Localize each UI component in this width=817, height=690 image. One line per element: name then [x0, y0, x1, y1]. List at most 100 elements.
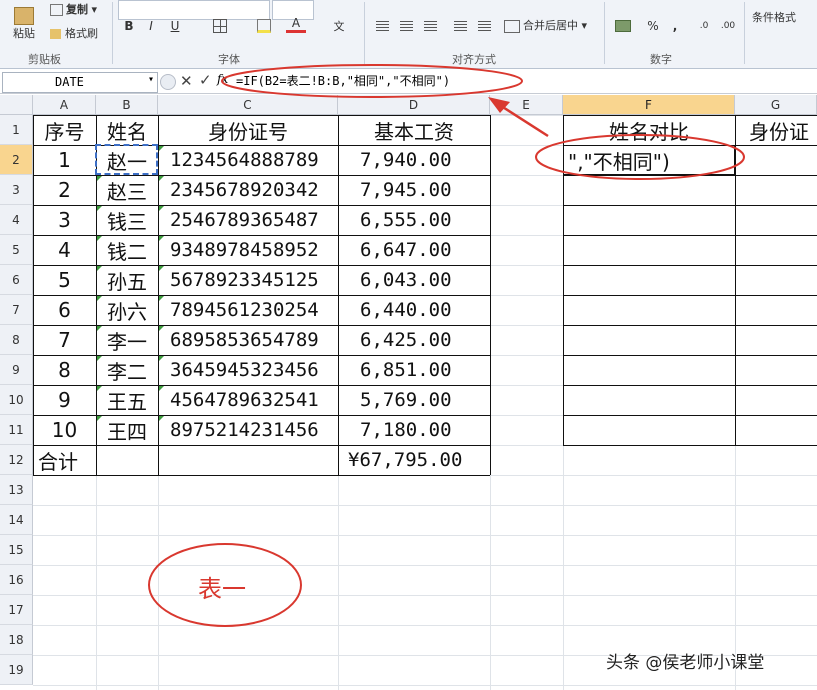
- merge-center-button[interactable]: 合并后居中 ▾: [504, 17, 587, 33]
- row-header-1[interactable]: 1: [0, 115, 33, 145]
- column-header-c[interactable]: C: [158, 95, 338, 115]
- cell-seq[interactable]: 6: [33, 295, 96, 325]
- formula-input[interactable]: =IF(B2=表二!B:B,"相同","不相同"): [236, 72, 814, 91]
- select-all-corner[interactable]: [0, 95, 33, 115]
- cancel-icon[interactable]: ✕: [180, 72, 193, 90]
- cell-name[interactable]: 钱三: [96, 205, 158, 235]
- cell-seq[interactable]: 1: [33, 145, 96, 175]
- cell-id[interactable]: 7894561230254: [158, 295, 338, 325]
- cell-id[interactable]: 4564789632541: [158, 385, 338, 415]
- decrease-decimal-button[interactable]: .00: [718, 16, 738, 36]
- cell-name[interactable]: 李二: [96, 355, 158, 385]
- border-button[interactable]: [208, 16, 232, 36]
- active-cell-selection[interactable]: [95, 144, 158, 175]
- underline-button[interactable]: U: [166, 16, 184, 36]
- cell-seq[interactable]: 4: [33, 235, 96, 265]
- fill-color-button[interactable]: [252, 16, 276, 36]
- cell-salary[interactable]: 7,940.00: [338, 145, 490, 175]
- increase-decimal-button[interactable]: .0: [694, 16, 714, 36]
- row-header-15[interactable]: 15: [0, 535, 33, 565]
- cell-id[interactable]: 9348978458952: [158, 235, 338, 265]
- cell-name[interactable]: 孙六: [96, 295, 158, 325]
- phonetic-button[interactable]: 文: [326, 16, 352, 36]
- cell-salary[interactable]: 7,180.00: [338, 415, 490, 445]
- column-header-e[interactable]: E: [490, 95, 563, 115]
- decrease-indent-button[interactable]: [450, 16, 470, 36]
- column-header-g[interactable]: G: [735, 95, 817, 115]
- cell-salary[interactable]: 6,555.00: [338, 205, 490, 235]
- cell-total-value[interactable]: ¥67,795.00: [338, 445, 490, 475]
- row-header-18[interactable]: 18: [0, 625, 33, 655]
- header-salary[interactable]: 基本工资: [338, 115, 490, 145]
- cell-salary[interactable]: 6,647.00: [338, 235, 490, 265]
- accounting-format-button[interactable]: [610, 16, 636, 36]
- row-header-6[interactable]: 6: [0, 265, 33, 295]
- cell-total-label[interactable]: 合计: [33, 445, 96, 475]
- row-header-9[interactable]: 9: [0, 355, 33, 385]
- cell-salary[interactable]: 5,769.00: [338, 385, 490, 415]
- conditional-format-button[interactable]: 条件格式: [752, 9, 796, 25]
- header-name-compare[interactable]: 姓名对比: [563, 115, 735, 145]
- row-header-4[interactable]: 4: [0, 205, 33, 235]
- cell-name[interactable]: 孙五: [96, 265, 158, 295]
- copy-button[interactable]: 复制 ▾: [50, 1, 97, 17]
- row-header-7[interactable]: 7: [0, 295, 33, 325]
- cell-id[interactable]: 6895853654789: [158, 325, 338, 355]
- row-header-16[interactable]: 16: [0, 565, 33, 595]
- row-header-11[interactable]: 11: [0, 415, 33, 445]
- align-center-button[interactable]: [396, 16, 416, 36]
- cell-salary[interactable]: 6,851.00: [338, 355, 490, 385]
- column-header-d[interactable]: D: [338, 95, 490, 115]
- row-header-12[interactable]: 12: [0, 445, 33, 475]
- editing-cell-f2[interactable]: ","不相同"): [563, 145, 735, 175]
- cell-id[interactable]: 3645945323456: [158, 355, 338, 385]
- row-header-5[interactable]: 5: [0, 235, 33, 265]
- cell-id[interactable]: 1234564888789: [158, 145, 338, 175]
- cell-salary[interactable]: 7,945.00: [338, 175, 490, 205]
- row-header-19[interactable]: 19: [0, 655, 33, 685]
- column-header-f[interactable]: F: [563, 95, 735, 115]
- format-painter-button[interactable]: 格式刷: [50, 25, 98, 41]
- cell-name[interactable]: 李一: [96, 325, 158, 355]
- cell-seq[interactable]: 2: [33, 175, 96, 205]
- row-header-2[interactable]: 2: [0, 145, 33, 175]
- font-name-box[interactable]: [118, 0, 270, 20]
- cell-seq[interactable]: 9: [33, 385, 96, 415]
- row-header-13[interactable]: 13: [0, 475, 33, 505]
- header-name[interactable]: 姓名: [96, 115, 158, 145]
- cell-seq[interactable]: 5: [33, 265, 96, 295]
- bold-button[interactable]: B: [120, 16, 138, 36]
- row-header-10[interactable]: 10: [0, 385, 33, 415]
- cell-id[interactable]: 5678923345125: [158, 265, 338, 295]
- cell-seq[interactable]: 8: [33, 355, 96, 385]
- header-seq[interactable]: 序号: [33, 115, 96, 145]
- increase-indent-button[interactable]: [474, 16, 494, 36]
- row-header-8[interactable]: 8: [0, 325, 33, 355]
- enter-icon[interactable]: ✓: [199, 71, 212, 89]
- column-header-b[interactable]: B: [96, 95, 158, 115]
- cell-name[interactable]: 赵三: [96, 175, 158, 205]
- header-id[interactable]: 身份证号: [158, 115, 338, 145]
- cell-name[interactable]: 钱二: [96, 235, 158, 265]
- cell-seq[interactable]: 3: [33, 205, 96, 235]
- cell-id[interactable]: 2546789365487: [158, 205, 338, 235]
- column-header-a[interactable]: A: [33, 95, 96, 115]
- row-header-14[interactable]: 14: [0, 505, 33, 535]
- align-left-button[interactable]: [372, 16, 392, 36]
- row-header-17[interactable]: 17: [0, 595, 33, 625]
- insert-function-button[interactable]: fx: [217, 72, 228, 86]
- cell-seq[interactable]: 7: [33, 325, 96, 355]
- cell-salary[interactable]: 6,425.00: [338, 325, 490, 355]
- cell-id[interactable]: 8975214231456: [158, 415, 338, 445]
- font-color-button[interactable]: A: [286, 16, 306, 33]
- cell-name[interactable]: 王五: [96, 385, 158, 415]
- percent-button[interactable]: %: [644, 16, 662, 36]
- italic-button[interactable]: I: [142, 16, 160, 36]
- paste-button[interactable]: 粘贴: [4, 4, 44, 44]
- cell-seq[interactable]: 10: [33, 415, 96, 445]
- name-box[interactable]: DATE ▾: [2, 72, 158, 93]
- comma-button[interactable]: ,: [668, 16, 682, 36]
- cell-salary[interactable]: 6,043.00: [338, 265, 490, 295]
- align-right-button[interactable]: [420, 16, 440, 36]
- cell-name[interactable]: 王四: [96, 415, 158, 445]
